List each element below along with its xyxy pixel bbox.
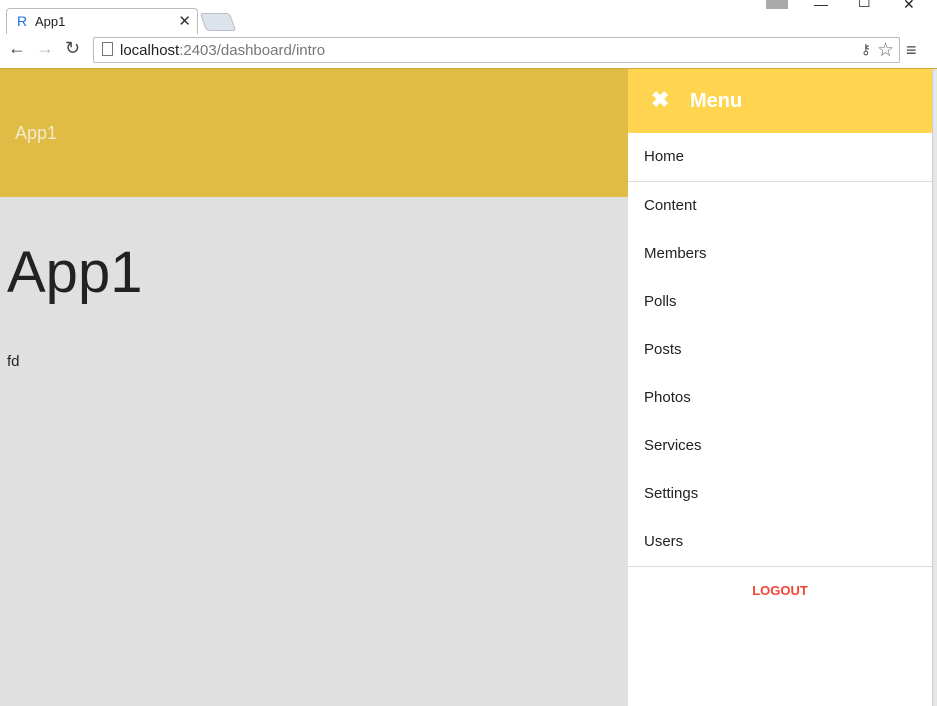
browser-tab[interactable]: R App1 ✕ [6, 8, 198, 34]
menu-item-photos[interactable]: Photos [628, 374, 932, 422]
menu-item-content[interactable]: Content [628, 182, 932, 230]
key-icon[interactable]: ⚷ [861, 41, 871, 58]
page-title: App1 [7, 240, 143, 305]
menu-item-home[interactable]: Home [628, 133, 932, 181]
new-tab-button[interactable] [199, 13, 237, 31]
bookmark-star-icon[interactable]: ☆ [877, 39, 894, 62]
menu-item-members[interactable]: Members [628, 230, 932, 278]
main-content: App1 fd [0, 197, 628, 706]
forward-icon[interactable]: → [36, 38, 54, 59]
page-icon [102, 42, 113, 56]
url-host: localhost [120, 42, 180, 59]
tab-title: App1 [35, 14, 66, 29]
maximize-icon[interactable]: ☐ [858, 0, 871, 11]
favicon-icon: R [17, 13, 28, 29]
menu-item-posts[interactable]: Posts [628, 326, 932, 374]
drawer-header: ✖ Menu [628, 69, 932, 133]
scrollbar[interactable] [932, 69, 937, 706]
logout-button[interactable]: LOGOUT [628, 567, 932, 615]
browser-chrome: R App1 ✕ — ☐ ✕ ← → ↻ localhost:2403/dash… [0, 0, 937, 69]
app-toolbar: App1 [0, 69, 628, 197]
address-bar[interactable]: localhost:2403/dashboard/intro ⚷ ☆ [93, 37, 900, 63]
back-icon[interactable]: ← [8, 38, 26, 59]
menu-item-services[interactable]: Services [628, 422, 932, 470]
browser-menu-icon[interactable]: ≡ [906, 40, 917, 61]
close-tab-icon[interactable]: ✕ [178, 12, 191, 30]
drawer-title: Menu [690, 90, 743, 112]
side-drawer: ✖ Menu Home Content Members Polls Posts … [628, 69, 932, 706]
minimize-icon[interactable]: — [814, 0, 828, 12]
toolbar-title: App1 [15, 123, 58, 143]
menu-item-polls[interactable]: Polls [628, 278, 932, 326]
url-path: :2403/dashboard/intro [179, 42, 326, 59]
menu-item-settings[interactable]: Settings [628, 470, 932, 518]
menu-item-users[interactable]: Users [628, 518, 932, 566]
profile-icon[interactable] [766, 0, 788, 9]
window-close-icon[interactable]: ✕ [903, 0, 915, 13]
close-drawer-icon[interactable]: ✖ [651, 87, 669, 113]
body-text: fd [7, 353, 20, 370]
reload-icon[interactable]: ↻ [65, 38, 80, 59]
